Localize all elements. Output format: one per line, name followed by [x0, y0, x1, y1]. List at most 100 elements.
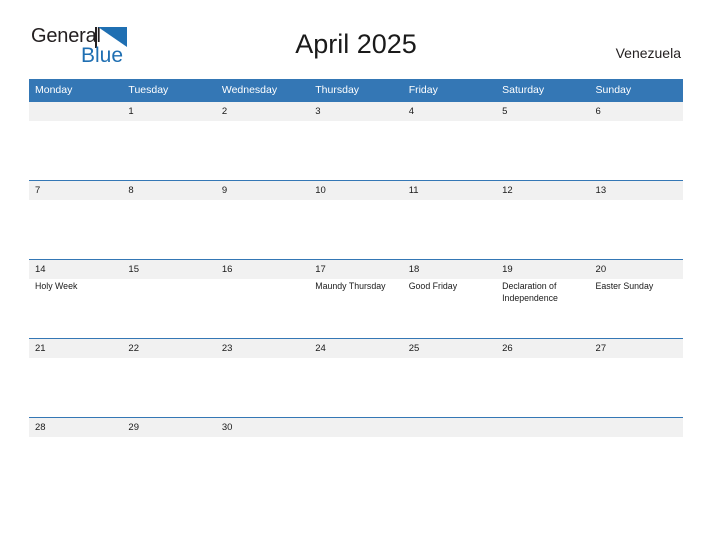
day-number[interactable]	[309, 418, 402, 437]
day-cell[interactable]	[590, 200, 683, 259]
day-cell[interactable]	[29, 200, 122, 259]
day-cell[interactable]	[216, 200, 309, 259]
day-number[interactable]: 17	[309, 260, 402, 279]
weekday-header-monday: Monday	[35, 84, 73, 96]
day-cell[interactable]	[496, 121, 589, 180]
day-cell[interactable]	[403, 121, 496, 180]
day-cell[interactable]	[496, 200, 589, 259]
calendar-week-row: 21 22 23 24 25 26 27	[29, 338, 683, 417]
day-cell[interactable]	[122, 121, 215, 180]
day-number[interactable]: 28	[29, 418, 122, 437]
day-cell[interactable]	[309, 121, 402, 180]
week-event-band: Holy Week Maundy Thursday Good Friday De…	[29, 279, 683, 338]
week-date-band: 7 8 9 10 11 12 13	[29, 181, 683, 200]
week-date-band: 21 22 23 24 25 26 27	[29, 339, 683, 358]
weekday-header-wednesday: Wednesday	[221, 84, 278, 96]
day-number[interactable]: 4	[403, 102, 496, 121]
week-event-band	[29, 121, 683, 180]
day-cell[interactable]	[122, 437, 215, 496]
day-number[interactable]: 7	[29, 181, 122, 200]
weekday-header-sunday: Sunday	[595, 84, 632, 96]
day-number[interactable]: 12	[496, 181, 589, 200]
day-cell[interactable]	[309, 358, 402, 417]
day-cell[interactable]	[122, 358, 215, 417]
week-date-band: 14 15 16 17 18 19 20	[29, 260, 683, 279]
week-date-band: 1 2 3 4 5 6	[29, 102, 683, 121]
day-number[interactable]: 14	[29, 260, 122, 279]
weekday-header-thursday: Thursday	[315, 84, 360, 96]
day-cell[interactable]: Maundy Thursday	[309, 279, 402, 338]
day-number[interactable]: 21	[29, 339, 122, 358]
day-number[interactable]: 11	[403, 181, 496, 200]
calendar-page: General Blue April 2025 Venezuela Monday…	[0, 0, 712, 550]
day-cell[interactable]: Good Friday	[403, 279, 496, 338]
calendar-week-row: 7 8 9 10 11 12 13	[29, 180, 683, 259]
day-event-label: Declaration of Independence	[502, 281, 558, 303]
week-date-band: 28 29 30	[29, 418, 683, 437]
day-number[interactable]: 9	[216, 181, 309, 200]
day-number[interactable]: 3	[309, 102, 402, 121]
day-number[interactable]: 30	[216, 418, 309, 437]
day-number[interactable]: 10	[309, 181, 402, 200]
day-cell[interactable]: Easter Sunday	[590, 279, 683, 338]
weekday-header-friday: Friday	[408, 84, 438, 96]
page-header: General Blue April 2025 Venezuela	[0, 0, 712, 66]
calendar-grid: Monday Tuesday Wednesday Thursday Friday…	[29, 79, 683, 496]
day-number[interactable]: 23	[216, 339, 309, 358]
weekday-header-row: Monday Tuesday Wednesday Thursday Friday…	[29, 79, 683, 101]
day-number[interactable]: 19	[496, 260, 589, 279]
day-number[interactable]	[403, 418, 496, 437]
week-event-band	[29, 358, 683, 417]
day-cell[interactable]	[122, 279, 215, 338]
page-title: April 2025	[295, 29, 417, 59]
calendar-week-row: 1 2 3 4 5 6	[29, 101, 683, 180]
day-number[interactable]: 2	[216, 102, 309, 121]
day-cell[interactable]	[29, 121, 122, 180]
day-cell[interactable]	[403, 358, 496, 417]
day-cell[interactable]	[309, 437, 402, 496]
day-event-label: Maundy Thursday	[315, 281, 386, 291]
day-cell[interactable]	[216, 279, 309, 338]
day-cell[interactable]	[216, 358, 309, 417]
day-number[interactable]: 25	[403, 339, 496, 358]
calendar-week-row: 28 29 30	[29, 417, 683, 496]
day-number[interactable]	[590, 418, 683, 437]
day-event-label: Easter Sunday	[595, 281, 654, 291]
day-cell[interactable]	[403, 200, 496, 259]
day-cell[interactable]: Holy Week	[29, 279, 122, 338]
day-cell[interactable]	[590, 437, 683, 496]
day-cell[interactable]	[29, 358, 122, 417]
week-event-band	[29, 200, 683, 259]
day-number[interactable]: 1	[122, 102, 215, 121]
day-number[interactable]: 15	[122, 260, 215, 279]
day-cell[interactable]	[590, 358, 683, 417]
week-event-band	[29, 437, 683, 496]
day-number[interactable]: 8	[122, 181, 215, 200]
day-number[interactable]: 20	[590, 260, 683, 279]
day-cell[interactable]	[122, 200, 215, 259]
day-cell[interactable]	[403, 437, 496, 496]
day-cell[interactable]	[216, 437, 309, 496]
country-label: Venezuela	[615, 45, 681, 61]
day-number[interactable]: 29	[122, 418, 215, 437]
day-cell[interactable]	[309, 200, 402, 259]
day-cell[interactable]: Declaration of Independence	[496, 279, 589, 338]
day-cell[interactable]	[29, 437, 122, 496]
day-number[interactable]	[29, 102, 122, 121]
day-number[interactable]: 13	[590, 181, 683, 200]
day-number[interactable]: 5	[496, 102, 589, 121]
day-cell[interactable]	[496, 358, 589, 417]
day-number[interactable]: 24	[309, 339, 402, 358]
day-number[interactable]: 26	[496, 339, 589, 358]
day-cell[interactable]	[496, 437, 589, 496]
day-cell[interactable]	[590, 121, 683, 180]
day-cell[interactable]	[216, 121, 309, 180]
day-number[interactable]: 22	[122, 339, 215, 358]
day-number[interactable]	[496, 418, 589, 437]
day-number[interactable]: 6	[590, 102, 683, 121]
day-event-label: Holy Week	[35, 281, 78, 291]
day-number[interactable]: 27	[590, 339, 683, 358]
weekday-header-tuesday: Tuesday	[128, 84, 169, 96]
day-number[interactable]: 16	[216, 260, 309, 279]
day-number[interactable]: 18	[403, 260, 496, 279]
